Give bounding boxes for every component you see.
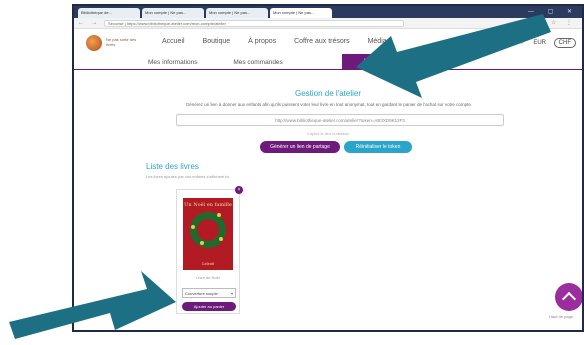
main-menu: Accueil Boutique À propos Coffre aux tré… <box>162 38 406 45</box>
browser-extension-icons[interactable]: ☆ ⋮ <box>551 19 576 26</box>
generate-link-button[interactable]: Générer un lien de partage <box>260 141 340 153</box>
menu-item-boutique[interactable]: Boutique <box>203 38 231 45</box>
browser-tabstrip: Bibliothèque de... Mon compte | Ne pas..… <box>74 6 582 18</box>
cart-icon[interactable]: ▭ <box>518 40 524 46</box>
copy-hint: Copiez le lien ci-dessus <box>306 131 350 136</box>
format-select[interactable]: Couverture souple ▾ <box>182 288 236 298</box>
menu-item-a-propos[interactable]: À propos <box>248 38 276 45</box>
cover-title: Un Noël en famille <box>184 202 232 208</box>
browser-tab[interactable]: Mon compte | Ne pas... <box>206 8 268 18</box>
tab-mes-commandes[interactable]: Mes commandes <box>233 59 283 66</box>
books-title: Liste des livres <box>146 162 199 171</box>
wreath-illustration <box>190 212 226 248</box>
books-description: Les livres ajoutés par vos enfants s'aff… <box>146 174 231 179</box>
site-header: Ne pas sortir des livres Accueil Boutiqu… <box>74 29 582 71</box>
add-to-cart-button[interactable]: Ajouter au panier <box>182 302 236 311</box>
browser-tab-active[interactable]: Mon compte | Ne pas... <box>270 8 332 18</box>
currency-selector[interactable]: EUR <box>533 40 546 46</box>
tab-atelier[interactable]: Atelier <box>342 54 402 69</box>
cover-author: Collectif <box>201 262 215 266</box>
site-logo[interactable] <box>86 35 102 51</box>
browser-tab[interactable]: Mon compte | Ne pas... <box>142 8 204 18</box>
account-button[interactable]: CHF <box>553 38 576 48</box>
address-bar[interactable]: Sécurisé | https://www.bibliotheque-atel… <box>104 20 404 27</box>
logo-text: Ne pas sortir des livres <box>106 37 137 47</box>
book-meta: Livre de Noël <box>196 275 220 280</box>
window-controls[interactable]: — ▢ ✕ <box>528 8 578 15</box>
remove-book-button[interactable]: × <box>235 186 243 194</box>
account-submenu: Mes informations Mes commandes <box>148 59 317 66</box>
atelier-title: Gestion de l'atelier <box>294 89 361 98</box>
browser-tab[interactable]: Bibliothèque de... <box>78 8 140 18</box>
book-cover[interactable]: Un Noël en famille Collectif <box>183 198 233 270</box>
chevron-up-icon <box>561 291 577 307</box>
menu-item-accueil[interactable]: Accueil <box>162 38 185 45</box>
screenshot-frame: Bibliothèque de... Mon compte | Ne pas..… <box>72 4 584 332</box>
format-select-value: Couverture souple <box>185 291 218 296</box>
reset-token-button[interactable]: Réinitialiser le token <box>344 141 412 153</box>
browser-toolbar: ← → ⟳ Sécurisé | https://www.bibliothequ… <box>74 18 582 29</box>
scroll-top-label: Haut de page <box>549 314 574 319</box>
header-divider <box>74 69 582 70</box>
tab-mes-informations[interactable]: Mes informations <box>148 59 198 66</box>
share-link-field[interactable]: http://www.bibliotheque-atelier.com/atel… <box>176 114 504 126</box>
header-actions: ▭ EUR CHF <box>518 38 576 48</box>
chevron-down-icon: ▾ <box>230 291 233 296</box>
menu-item-coffre[interactable]: Coffre aux trésors <box>294 38 350 45</box>
book-card: Un Noël en famille Collectif Livre de No… <box>176 189 240 314</box>
scroll-top-button[interactable] <box>555 283 582 311</box>
atelier-description: Générez un lien à donner aux enfants afi… <box>185 102 473 107</box>
menu-item-medias[interactable]: Médias <box>368 38 391 45</box>
